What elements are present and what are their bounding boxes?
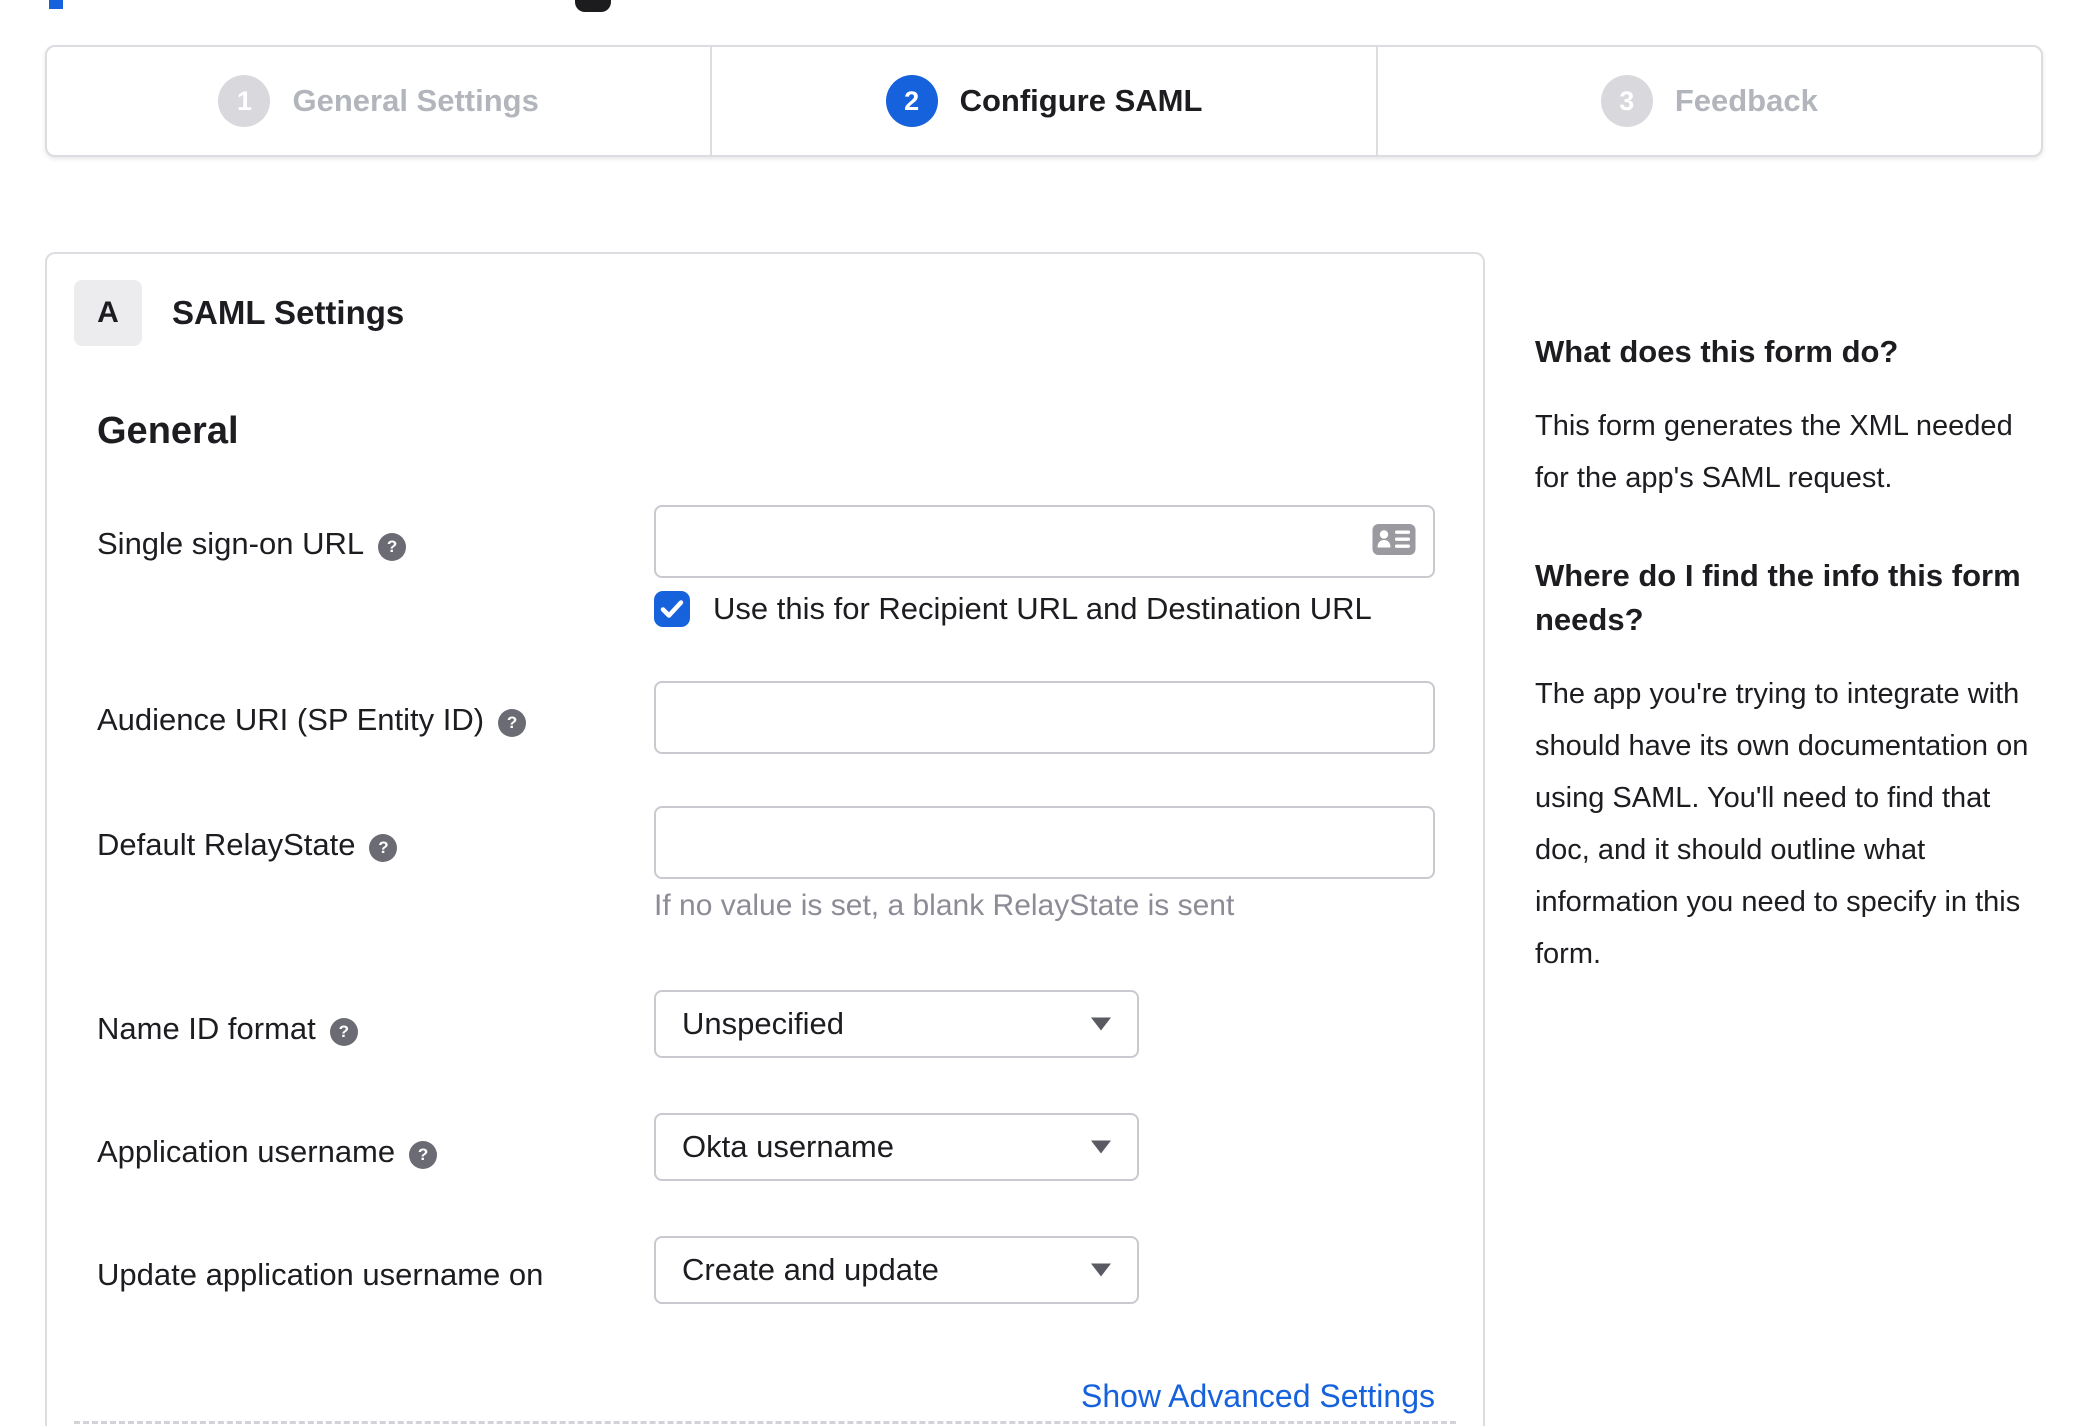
help-icon[interactable]: ? (329, 1017, 358, 1046)
field-row-update-app-username: Update application username on Create an… (47, 1236, 1483, 1304)
general-section-heading: General (97, 410, 239, 452)
page-edge-artifact-blue (49, 0, 63, 9)
application-username-label: Application username (97, 1134, 396, 1169)
step-1-label: General Settings (292, 83, 539, 118)
name-id-format-label: Name ID format (97, 1011, 316, 1046)
default-relaystate-input[interactable] (654, 806, 1435, 879)
recipient-url-checkbox-label: Use this for Recipient URL and Destinati… (713, 591, 1372, 626)
step-2-label: Configure SAML (959, 83, 1203, 118)
step-2-number-badge: 2 (885, 75, 938, 127)
page-edge-artifact-black (575, 0, 611, 12)
panel-title: SAML Settings (172, 294, 405, 331)
audience-uri-label-cell: Audience URI (SP Entity ID)? (47, 681, 654, 754)
audience-uri-label: Audience URI (SP Entity ID) (97, 702, 485, 737)
dropdown-arrow-icon (1091, 1263, 1111, 1277)
audience-uri-input[interactable] (654, 681, 1435, 754)
update-app-username-select[interactable]: Create and update (654, 1236, 1139, 1304)
step-3-number-badge: 3 (1600, 75, 1653, 127)
sidebar-q2-heading: Where do I find the info this form needs… (1535, 558, 2021, 637)
sso-url-input[interactable] (654, 505, 1435, 578)
field-row-application-username: Application username? Okta username (47, 1113, 1483, 1181)
name-id-format-value: Unspecified (682, 1006, 844, 1041)
sso-url-label: Single sign-on URL (97, 526, 365, 561)
sidebar-q2-body: The app you're trying to integrate with … (1535, 678, 2029, 970)
sso-url-label-cell: Single sign-on URL? (47, 505, 654, 627)
recipient-url-checkbox-row: Use this for Recipient URL and Destinati… (654, 591, 1435, 627)
application-username-select[interactable]: Okta username (654, 1113, 1139, 1181)
help-icon[interactable]: ? (409, 1140, 438, 1169)
update-app-username-label: Update application username on (97, 1257, 544, 1292)
default-relaystate-label: Default RelayState (97, 827, 356, 862)
name-id-format-select[interactable]: Unspecified (654, 990, 1139, 1058)
show-advanced-settings-link[interactable]: Show Advanced Settings (1081, 1378, 1435, 1414)
section-a-badge: A (74, 280, 142, 346)
field-row-default-relaystate: Default RelayState? If no value is set, … (47, 806, 1483, 923)
step-general-settings[interactable]: 1 General Settings (47, 47, 710, 155)
application-username-value: Okta username (682, 1129, 894, 1164)
dropdown-arrow-icon (1091, 1017, 1111, 1031)
sidebar-q1-heading: What does this form do? (1535, 334, 1899, 369)
step-feedback[interactable]: 3 Feedback (1375, 47, 2041, 155)
default-relaystate-hint: If no value is set, a blank RelayState i… (654, 889, 1235, 922)
default-relaystate-label-cell: Default RelayState? (47, 806, 654, 923)
recipient-url-checkbox[interactable] (654, 591, 690, 627)
saml-settings-panel: A SAML Settings General Single sign-on U… (45, 252, 1485, 1426)
field-row-name-id-format: Name ID format? Unspecified (47, 990, 1483, 1058)
help-sidebar: What does this form do? This form genera… (1535, 330, 2050, 980)
help-icon[interactable]: ? (498, 708, 527, 737)
update-app-username-label-cell: Update application username on (47, 1236, 654, 1304)
application-username-label-cell: Application username? (47, 1113, 654, 1181)
step-3-label: Feedback (1674, 83, 1818, 118)
step-configure-saml[interactable]: 2 Configure SAML (710, 47, 1375, 155)
panel-header: A SAML Settings (74, 280, 1483, 346)
help-icon[interactable]: ? (378, 532, 407, 561)
saml-form: Single sign-on URL? Use this for Recipie… (47, 505, 1483, 1415)
setup-wizard-stepper: 1 General Settings 2 Configure SAML 3 Fe… (45, 45, 2043, 157)
name-id-format-label-cell: Name ID format? (47, 990, 654, 1058)
field-row-sso-url: Single sign-on URL? Use this for Recipie… (47, 505, 1483, 627)
dashed-divider (74, 1421, 1456, 1424)
contact-card-icon (1371, 522, 1417, 561)
step-1-number-badge: 1 (218, 75, 271, 127)
update-app-username-value: Create and update (682, 1252, 939, 1287)
field-row-audience-uri: Audience URI (SP Entity ID)? (47, 681, 1483, 754)
help-icon[interactable]: ? (369, 833, 398, 862)
dropdown-arrow-icon (1091, 1140, 1111, 1154)
sidebar-q1-body: This form generates the XML needed for t… (1535, 410, 2013, 494)
